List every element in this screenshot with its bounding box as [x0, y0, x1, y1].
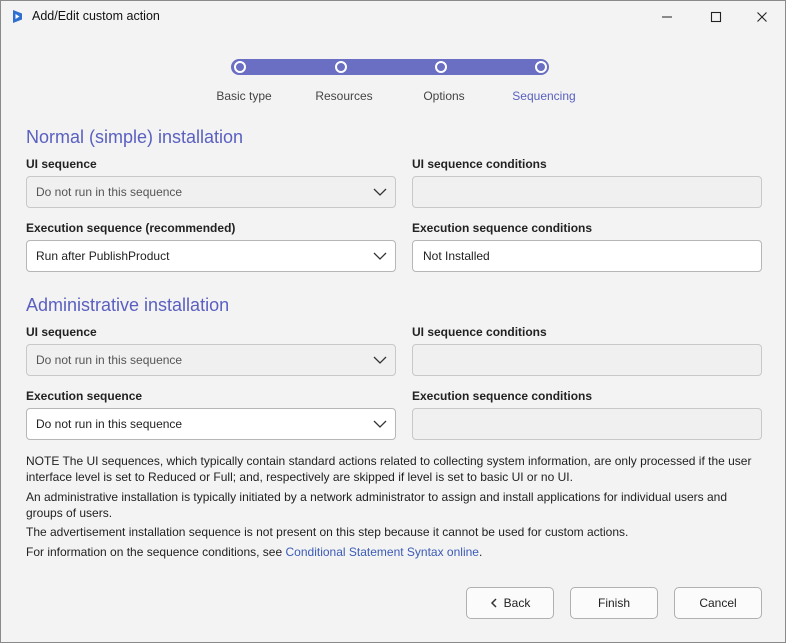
cancel-button[interactable]: Cancel: [674, 587, 762, 619]
admin-ui-sequence-label: UI sequence: [26, 325, 97, 339]
minimize-icon: [662, 16, 672, 17]
minimize-button[interactable]: [644, 1, 690, 32]
chevron-left-icon: [490, 598, 497, 608]
step-dot-basic-type[interactable]: [234, 61, 246, 73]
normal-exec-sequence-label: Execution sequence (recommended): [26, 221, 236, 235]
chevron-down-icon: [373, 420, 387, 428]
maximize-icon: [710, 11, 722, 22]
step-label-basic-type[interactable]: Basic type: [216, 89, 271, 103]
step-dot-resources[interactable]: [335, 61, 347, 73]
admin-exec-sequence-label: Execution sequence: [26, 389, 143, 403]
chevron-down-icon: [373, 356, 387, 364]
admin-exec-conditions-label: Execution sequence conditions: [412, 389, 593, 403]
normal-ui-sequence-value: Do not run in this sequence: [36, 185, 183, 199]
note-ui-sequences: NOTE The UI sequences, which typically c…: [26, 454, 752, 484]
note-conditions-suffix: .: [478, 545, 483, 559]
normal-exec-conditions-input[interactable]: Not Installed: [412, 240, 762, 272]
conditional-syntax-link[interactable]: Conditional Statement Syntax online: [286, 545, 479, 559]
cancel-button-label: Cancel: [699, 596, 737, 610]
back-button-label: Back: [503, 596, 531, 610]
admin-exec-sequence-value: Do not run in this sequence: [36, 417, 183, 431]
step-label-options[interactable]: Options: [423, 89, 464, 103]
admin-exec-conditions-input[interactable]: [412, 408, 762, 440]
admin-exec-sequence-select[interactable]: Do not run in this sequence: [26, 408, 396, 440]
back-button[interactable]: Back: [466, 587, 554, 619]
chevron-down-icon: [373, 188, 387, 196]
normal-ui-conditions-label: UI sequence conditions: [412, 157, 547, 171]
maximize-button[interactable]: [693, 1, 739, 32]
normal-ui-conditions-input[interactable]: [412, 176, 762, 208]
admin-ui-conditions-label: UI sequence conditions: [412, 325, 547, 339]
close-icon: [757, 11, 767, 22]
app-logo-icon: [10, 9, 25, 24]
step-label-sequencing[interactable]: Sequencing: [512, 89, 575, 103]
normal-ui-sequence-select[interactable]: Do not run in this sequence: [26, 176, 396, 208]
normal-installation-title: Normal (simple) installation: [26, 127, 244, 147]
normal-exec-conditions-label: Execution sequence conditions: [412, 221, 593, 235]
admin-ui-sequence-select[interactable]: Do not run in this sequence: [26, 344, 396, 376]
close-button[interactable]: [739, 1, 785, 32]
finish-button-label: Finish: [597, 596, 630, 610]
step-label-resources[interactable]: Resources: [315, 89, 372, 103]
title-bar: Add/Edit custom action: [1, 1, 785, 32]
chevron-down-icon: [373, 252, 387, 260]
note-conditions-info: For information on the sequence conditio…: [26, 544, 766, 560]
note-administrative: An administrative installation is typica…: [26, 490, 728, 520]
normal-exec-sequence-select[interactable]: Run after PublishProduct: [26, 240, 396, 272]
step-dot-options[interactable]: [435, 61, 447, 73]
stepper-track: [231, 59, 549, 75]
note-advertisement: The advertisement installation sequence …: [26, 525, 629, 539]
note-conditions-prefix: For information on the sequence conditio…: [26, 545, 283, 559]
normal-exec-sequence-value: Run after PublishProduct: [36, 249, 170, 263]
dialog-window: Add/Edit custom action Basic type Resour…: [0, 0, 786, 643]
normal-ui-sequence-label: UI sequence: [26, 157, 97, 171]
step-dot-sequencing[interactable]: [535, 61, 547, 73]
finish-button[interactable]: Finish: [570, 587, 658, 619]
window-title: Add/Edit custom action: [32, 9, 160, 23]
admin-installation-title: Administrative installation: [26, 295, 230, 315]
admin-ui-conditions-input[interactable]: [412, 344, 762, 376]
admin-ui-sequence-value: Do not run in this sequence: [36, 353, 183, 367]
